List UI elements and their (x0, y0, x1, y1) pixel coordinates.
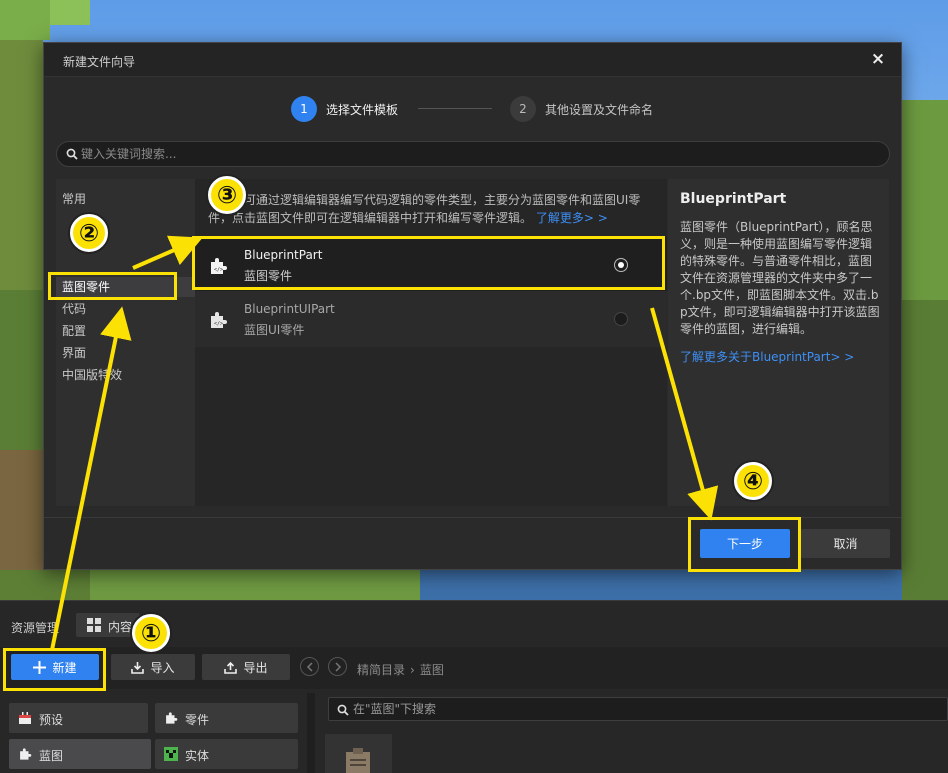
grass-block (90, 570, 420, 600)
import-button[interactable]: 导入 (111, 654, 195, 680)
export-button-label: 导出 (243, 660, 268, 675)
svg-text:</>: </> (214, 267, 223, 273)
grass-block (0, 40, 43, 290)
svg-text:</>: </> (214, 321, 223, 327)
search-icon (337, 704, 349, 716)
template-name: BlueprintPart (244, 248, 323, 262)
panel-title: 资源管理 (11, 621, 60, 635)
template-description: 是一种可通过逻辑编辑器编写代码逻辑的零件类型，主要分为蓝图零件和蓝图UI零件，点… (208, 191, 658, 227)
resource-category-part[interactable]: 零件 (155, 703, 298, 733)
resource-toolbar: 新建 导入 导出 精简目录 › 蓝图 (0, 647, 948, 689)
template-subtitle: 蓝图零件 (244, 269, 293, 283)
resource-category-entity[interactable]: 实体 (155, 739, 298, 769)
chevron-right-icon (335, 662, 342, 672)
grass-block (0, 570, 90, 600)
export-icon (224, 661, 238, 674)
resource-category-label: 零件 (185, 713, 210, 727)
next-button[interactable]: 下一步 (700, 529, 790, 558)
cake-icon (19, 712, 31, 724)
template-search-box (56, 141, 890, 167)
step-label: 选择文件模板 (326, 102, 399, 117)
creeper-icon (164, 747, 178, 761)
grass-block (902, 300, 948, 600)
template-radio[interactable] (614, 312, 628, 326)
resource-category-grid: 预设 零件 蓝图 实体 (0, 697, 305, 773)
grass-block (902, 100, 948, 300)
template-search-input[interactable] (81, 142, 871, 166)
dialog-titlebar: 新建文件向导 × (44, 43, 901, 77)
footer-divider (44, 517, 901, 518)
detail-body: 蓝图零件（BlueprintPart），顾名思义，则是一种使用蓝图编写零件逻辑的… (680, 220, 880, 336)
back-button[interactable] (300, 657, 319, 676)
new-button-label: 新建 (52, 660, 77, 675)
search-icon (66, 148, 78, 160)
dialog-title: 新建文件向导 (63, 55, 136, 69)
category-item-common[interactable]: 常用 (62, 189, 86, 209)
breadcrumb-separator-icon: › (410, 663, 415, 677)
step-1: 1 选择文件模板 (291, 96, 398, 122)
template-detail-panel: BlueprintPart 蓝图零件（BlueprintPart），顾名思义，则… (668, 179, 889, 506)
grid-icon (87, 618, 101, 632)
plus-icon (33, 660, 47, 674)
template-item-blueprint-ui-part[interactable]: </> BlueprintUIPart 蓝图UI零件 (195, 291, 667, 347)
new-file-wizard-dialog: 新建文件向导 × 1 选择文件模板 2 其他设置及文件命名 常用 蓝图零件 代码… (43, 42, 902, 570)
category-item-config[interactable]: 配置 (62, 321, 86, 341)
resource-category-blueprint[interactable]: 蓝图 (9, 739, 151, 769)
resource-category-preset[interactable]: 预设 (9, 703, 148, 733)
breadcrumb-item[interactable]: 蓝图 (420, 663, 444, 677)
template-subtitle: 蓝图UI零件 (244, 323, 305, 337)
step-number: 2 (510, 96, 536, 122)
clipboard-icon (346, 748, 370, 773)
annotation-badge-4: ④ (734, 462, 772, 500)
cancel-button[interactable]: 取消 (801, 529, 890, 558)
close-icon[interactable]: × (868, 49, 888, 69)
detail-title: BlueprintPart (680, 191, 787, 207)
annotation-badge-3: ③ (208, 176, 246, 214)
template-name: BlueprintUIPart (244, 302, 335, 316)
template-item-blueprint-part[interactable]: </> BlueprintPart 蓝图零件 (195, 237, 667, 293)
resource-search-input[interactable] (353, 698, 933, 720)
export-button[interactable]: 导出 (202, 654, 290, 680)
forward-button[interactable] (328, 657, 347, 676)
category-item-code[interactable]: 代码 (62, 299, 86, 319)
new-button[interactable]: 新建 (11, 654, 99, 680)
blueprint-puzzle-icon: </> (211, 258, 227, 274)
tab-label: 内容 (108, 620, 133, 634)
learn-more-link[interactable]: 了解更多> > (536, 211, 608, 225)
annotation-badge-2: ② (70, 214, 108, 252)
file-tile[interactable] (325, 734, 392, 773)
import-icon (131, 661, 145, 674)
chevron-left-icon (306, 662, 313, 672)
category-item-blueprint-part[interactable]: 蓝图零件 (56, 277, 195, 297)
tab-content[interactable]: 内容 (76, 613, 140, 637)
template-list: 是一种可通过逻辑编辑器编写代码逻辑的零件类型，主要分为蓝图零件和蓝图UI零件，点… (195, 179, 667, 506)
step-2: 2 其他设置及文件命名 (510, 96, 653, 122)
resource-category-label: 蓝图 (39, 749, 64, 763)
puzzle-icon (166, 712, 178, 724)
detail-learn-more-link[interactable]: 了解更多关于BlueprintPart> > (680, 348, 854, 365)
import-button-label: 导入 (150, 660, 175, 675)
step-label: 其他设置及文件命名 (545, 102, 654, 117)
template-radio-selected[interactable] (614, 258, 628, 272)
grass-block (50, 0, 90, 25)
step-connector (418, 108, 492, 109)
puzzle-icon (20, 748, 32, 760)
resource-search-box (328, 697, 948, 721)
panel-splitter[interactable] (307, 693, 315, 773)
breadcrumb-item[interactable]: 精简目录 (357, 663, 405, 677)
breadcrumb: 精简目录 › 蓝图 (357, 661, 444, 678)
category-item-china-effects[interactable]: 中国版特效 (62, 365, 122, 385)
grass-block (0, 0, 50, 40)
grass-block (0, 290, 43, 450)
blueprint-puzzle-icon: </> (211, 312, 227, 328)
annotation-badge-1: ① (132, 614, 170, 652)
water (420, 570, 902, 600)
step-number: 1 (291, 96, 317, 122)
resource-category-label: 实体 (185, 749, 210, 763)
category-item-ui[interactable]: 界面 (62, 343, 86, 363)
resource-category-label: 预设 (39, 713, 64, 727)
